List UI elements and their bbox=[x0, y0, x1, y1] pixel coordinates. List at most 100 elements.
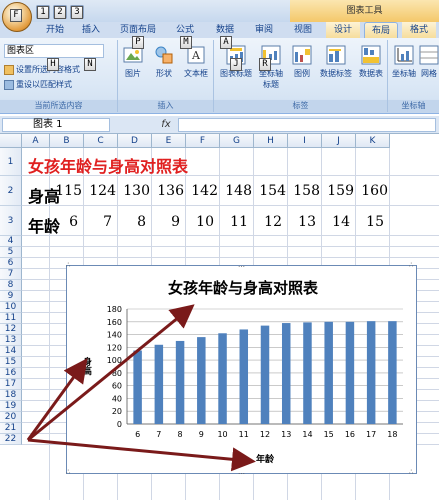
row-header-19[interactable]: 19 bbox=[0, 401, 22, 412]
row-header-16[interactable]: 16 bbox=[0, 368, 22, 379]
chart-bar[interactable] bbox=[388, 321, 397, 424]
chart-bar[interactable] bbox=[154, 344, 164, 424]
chart-bar[interactable] bbox=[281, 323, 291, 424]
chart-bar[interactable] bbox=[303, 322, 312, 424]
age-cell[interactable]: 9 bbox=[148, 214, 180, 230]
height-cell[interactable]: 136 bbox=[152, 183, 184, 199]
column-header-b[interactable]: B bbox=[50, 134, 84, 148]
data-labels-button[interactable]: 数据标签 bbox=[318, 44, 354, 79]
chart-bar[interactable] bbox=[345, 321, 355, 424]
tab-layout[interactable]: 布局 bbox=[364, 22, 398, 38]
height-cell[interactable]: 124 bbox=[84, 183, 116, 199]
textbox-button[interactable]: A 文本框 bbox=[182, 44, 210, 79]
reset-style-button[interactable]: 重设以匹配样式 bbox=[4, 79, 72, 90]
age-cell[interactable]: 12 bbox=[250, 214, 282, 230]
column-header-c[interactable]: C bbox=[84, 134, 118, 148]
name-box[interactable]: 图表 1 bbox=[2, 118, 110, 132]
row-header-8[interactable]: 8 bbox=[0, 280, 22, 291]
data-table-button[interactable]: 数据表 bbox=[356, 44, 386, 79]
column-header-k[interactable]: K bbox=[356, 134, 390, 148]
age-cell[interactable]: 15 bbox=[352, 214, 384, 230]
age-cell[interactable]: 7 bbox=[80, 214, 112, 230]
row-header-7[interactable]: 7 bbox=[0, 269, 22, 280]
chart-bar[interactable] bbox=[175, 340, 185, 424]
row-header-6[interactable]: 6 bbox=[0, 258, 22, 269]
chart-bar[interactable] bbox=[324, 321, 333, 424]
row-header-17[interactable]: 17 bbox=[0, 379, 22, 390]
chart-area[interactable]: ∴ … ∴ ∴ … ∴ 女孩年龄与身高对照表 0 20 40 60 80 100 120 14… bbox=[66, 262, 417, 476]
column-header-d[interactable]: D bbox=[118, 134, 152, 148]
row-header-2[interactable]: 2 bbox=[0, 176, 22, 206]
format-selection-button[interactable]: 设置所选内容格式 bbox=[4, 64, 80, 75]
row-header-3[interactable]: 3 bbox=[0, 206, 22, 236]
tab-home[interactable]: 开始 bbox=[40, 22, 70, 38]
legend-button[interactable]: 图例 bbox=[290, 44, 314, 79]
age-cell[interactable]: 6 bbox=[46, 214, 78, 230]
row-header-5[interactable]: 5 bbox=[0, 247, 22, 258]
row-header-22[interactable]: 22 bbox=[0, 434, 22, 445]
x-axis-title[interactable]: 年龄 bbox=[256, 453, 275, 465]
row-header-4[interactable]: 4 bbox=[0, 236, 22, 247]
row-header-9[interactable]: 9 bbox=[0, 291, 22, 302]
insert-function-icon[interactable]: fx bbox=[156, 118, 176, 132]
age-cell[interactable]: 8 bbox=[114, 214, 146, 230]
axes-button[interactable]: 坐标轴 bbox=[392, 44, 416, 79]
chart-bar[interactable] bbox=[197, 337, 206, 424]
x-tick-label: 11 bbox=[239, 430, 249, 439]
row-header-15[interactable]: 15 bbox=[0, 357, 22, 368]
select-all-corner[interactable] bbox=[0, 134, 22, 148]
height-cell[interactable]: 154 bbox=[254, 183, 286, 199]
row-header-14[interactable]: 14 bbox=[0, 346, 22, 357]
height-cell[interactable]: 148 bbox=[220, 183, 252, 199]
tab-format[interactable]: 格式 bbox=[402, 22, 436, 38]
bar-chart[interactable]: 女孩年龄与身高对照表 0 20 40 60 80 100 120 140 160 180 6 7 8 9 1… bbox=[67, 266, 416, 473]
chart-bar[interactable] bbox=[218, 333, 227, 424]
column-header-g[interactable]: G bbox=[220, 134, 254, 148]
data-labels-icon bbox=[326, 45, 346, 65]
tab-view[interactable]: 视图 bbox=[288, 22, 318, 38]
row-header-21[interactable]: 21 bbox=[0, 423, 22, 434]
tab-design[interactable]: 设计 bbox=[326, 22, 360, 38]
column-header-a[interactable]: A bbox=[22, 134, 50, 148]
column-header-i[interactable]: I bbox=[288, 134, 322, 148]
tab-insert[interactable]: 插入 bbox=[76, 22, 106, 38]
row-header-11[interactable]: 11 bbox=[0, 313, 22, 324]
chart-bar[interactable] bbox=[366, 321, 376, 424]
y-tick-label: 140 bbox=[107, 331, 122, 340]
row-header-13[interactable]: 13 bbox=[0, 335, 22, 346]
gridlines-button[interactable]: 网格 bbox=[418, 44, 439, 79]
shapes-button[interactable]: 形状 bbox=[152, 44, 176, 79]
column-header-e[interactable]: E bbox=[152, 134, 186, 148]
row-header-12[interactable]: 12 bbox=[0, 324, 22, 335]
picture-label: 图片 bbox=[125, 69, 141, 78]
tab-review[interactable]: 审阅 bbox=[249, 22, 279, 38]
height-cell[interactable]: 159 bbox=[322, 183, 354, 199]
age-cell[interactable]: 11 bbox=[216, 214, 248, 230]
height-cell[interactable]: 160 bbox=[356, 183, 388, 199]
picture-button[interactable]: 图片 bbox=[121, 44, 145, 79]
row-header-1[interactable]: 1 bbox=[0, 148, 22, 176]
y-axis-title[interactable]: 身高 bbox=[81, 356, 92, 376]
column-header-j[interactable]: J bbox=[322, 134, 356, 148]
row-header-20[interactable]: 20 bbox=[0, 412, 22, 423]
age-cell[interactable]: 10 bbox=[182, 214, 214, 230]
row-header-18[interactable]: 18 bbox=[0, 390, 22, 401]
column-header-f[interactable]: F bbox=[186, 134, 220, 148]
height-cell[interactable]: 142 bbox=[186, 183, 218, 199]
chart-title[interactable]: 女孩年龄与身高对照表 bbox=[168, 279, 319, 297]
height-cell[interactable]: 115 bbox=[50, 183, 82, 199]
age-cell[interactable]: 14 bbox=[318, 214, 350, 230]
row-header-10[interactable]: 10 bbox=[0, 302, 22, 313]
age-cell[interactable]: 13 bbox=[284, 214, 316, 230]
formula-input[interactable] bbox=[178, 118, 436, 132]
column-header-h[interactable]: H bbox=[254, 134, 288, 148]
chart-bar[interactable] bbox=[239, 329, 249, 424]
title-bar: F 1 2 3 图表工具 bbox=[0, 0, 439, 32]
height-cell[interactable]: 158 bbox=[288, 183, 320, 199]
chart-bar[interactable] bbox=[133, 350, 142, 424]
axes-label: 坐标轴 bbox=[392, 69, 416, 78]
height-cell[interactable]: 130 bbox=[118, 183, 150, 199]
chart-element-dropdown[interactable]: 图表区 bbox=[4, 44, 104, 58]
chart-bar[interactable] bbox=[260, 325, 270, 424]
sheet-title[interactable]: 女孩年龄与身高对照表 bbox=[28, 153, 188, 177]
